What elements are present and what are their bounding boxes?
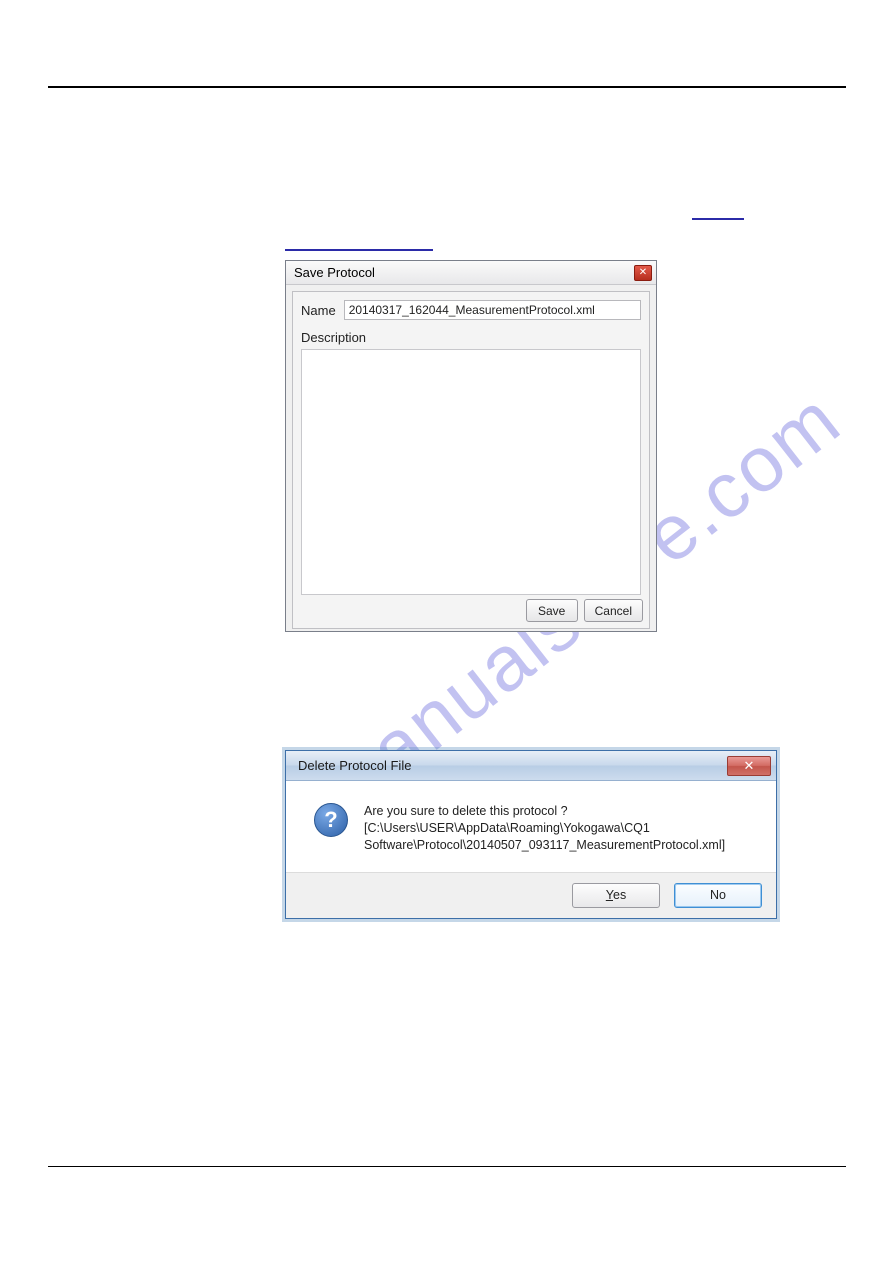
save-protocol-dialog: Save Protocol ✕ Name Description Save Ca… bbox=[285, 260, 657, 632]
message-line-3: Software\Protocol\20140507_093117_Measur… bbox=[364, 837, 725, 854]
name-label: Name bbox=[301, 303, 336, 318]
link-underline-small bbox=[692, 218, 744, 220]
delete-message: Are you sure to delete this protocol ? [… bbox=[364, 803, 725, 854]
description-label: Description bbox=[301, 330, 641, 345]
save-dialog-title: Save Protocol bbox=[294, 265, 375, 280]
page-top-rule bbox=[48, 86, 846, 88]
message-line-1: Are you sure to delete this protocol ? bbox=[364, 803, 725, 820]
cancel-button[interactable]: Cancel bbox=[584, 599, 643, 622]
question-icon: ? bbox=[314, 803, 348, 837]
page-bottom-rule bbox=[48, 1166, 846, 1167]
close-icon[interactable]: ✕ bbox=[727, 756, 771, 776]
link-underline-large bbox=[285, 249, 433, 251]
delete-dialog-title-bar[interactable]: Delete Protocol File ✕ bbox=[286, 751, 776, 781]
save-dialog-buttons: Save Cancel bbox=[526, 599, 643, 622]
no-button[interactable]: No bbox=[674, 883, 762, 908]
yes-mnemonic: Y bbox=[606, 888, 613, 902]
save-dialog-title-bar[interactable]: Save Protocol ✕ bbox=[286, 261, 656, 285]
name-row: Name bbox=[301, 300, 641, 320]
name-input[interactable] bbox=[344, 300, 641, 320]
message-line-2: [C:\Users\USER\AppData\Roaming\Yokogawa\… bbox=[364, 820, 725, 837]
delete-dialog-body: ? Are you sure to delete this protocol ?… bbox=[286, 781, 776, 872]
close-icon[interactable]: ✕ bbox=[634, 265, 652, 281]
save-dialog-body: Name Description Save Cancel bbox=[292, 291, 650, 629]
yes-button[interactable]: Yes bbox=[572, 883, 660, 908]
save-button[interactable]: Save bbox=[526, 599, 578, 622]
yes-rest: es bbox=[613, 888, 626, 902]
delete-protocol-dialog: Delete Protocol File ✕ ? Are you sure to… bbox=[285, 750, 777, 919]
delete-dialog-footer: Yes No bbox=[286, 872, 776, 918]
delete-dialog-title: Delete Protocol File bbox=[298, 758, 411, 773]
description-textarea[interactable] bbox=[301, 349, 641, 595]
